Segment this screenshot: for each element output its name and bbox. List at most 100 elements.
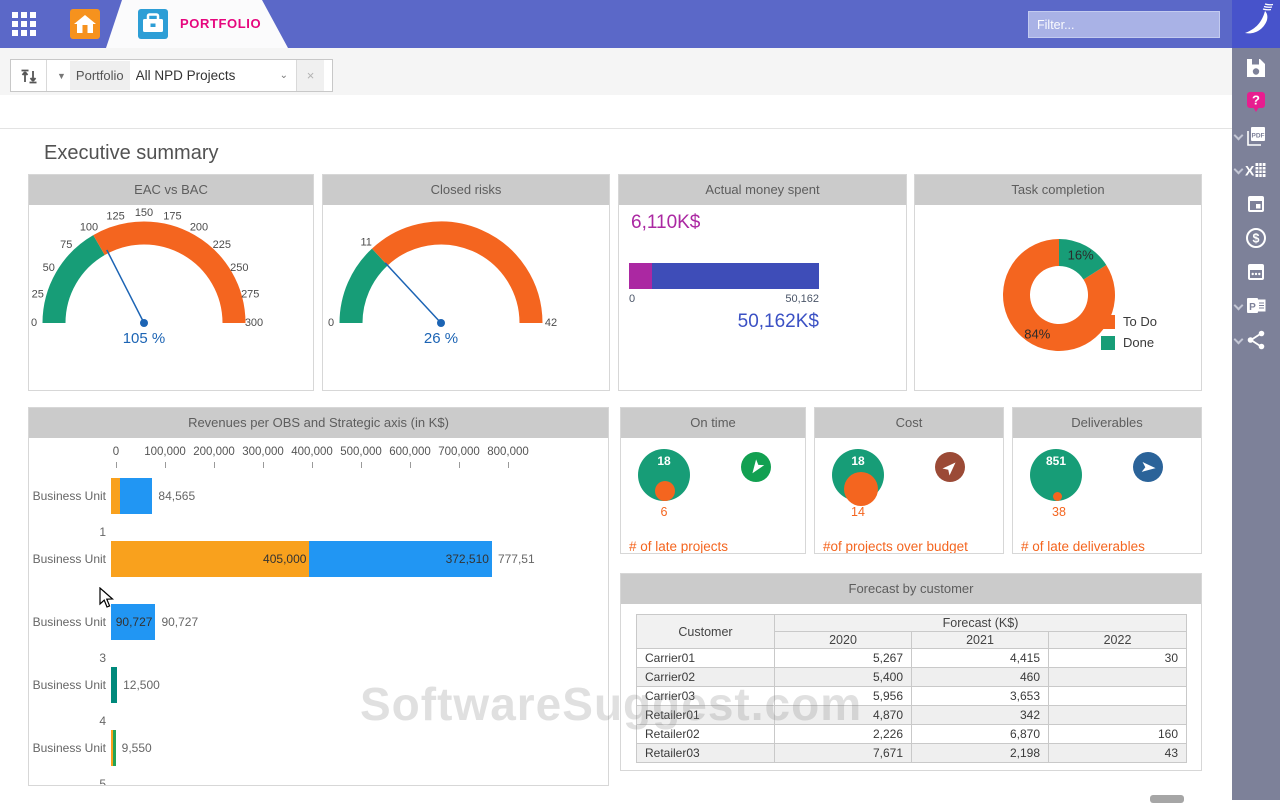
late-deliverables-circle <box>1053 492 1062 501</box>
table-row: Carrier025,400460 <box>637 668 1187 687</box>
clear-portfolio-button[interactable]: × <box>296 60 324 91</box>
panel-eac-vs-bac: EAC vs BAC 02550751001251501752002252502… <box>28 174 314 391</box>
bar-segment: 405,000 <box>111 541 309 577</box>
bar-total-label: 777,51 <box>498 541 535 577</box>
forecast-cell: 2,226 <box>775 725 912 744</box>
page-title: Executive summary <box>44 142 219 165</box>
forecast-table: Customer Forecast (K$) 2020 2021 2022 Ca… <box>636 614 1187 763</box>
over-budget-circle <box>844 472 878 506</box>
chevron-down-icon[interactable]: ⌄ <box>280 70 288 81</box>
panel-title: Task completion <box>915 175 1201 205</box>
cost-icon[interactable]: $ <box>1232 226 1280 250</box>
forecast-cell: 460 <box>912 668 1049 687</box>
x-axis-tick <box>361 462 362 468</box>
donut-label: 84% <box>1024 326 1050 341</box>
total-value: 50,162K$ <box>629 311 819 333</box>
col-forecast-group: Forecast (K$) <box>775 615 1187 632</box>
share-icon <box>1244 328 1268 352</box>
table-row: Retailer022,2266,870160 <box>637 725 1187 744</box>
tab-portfolio-label: PORTFOLIO <box>180 0 261 48</box>
chevron-down-icon[interactable] <box>1234 301 1244 311</box>
filter-input[interactable] <box>1028 11 1220 38</box>
gauge-value: 26 % <box>424 330 458 347</box>
bar-segment <box>113 730 115 766</box>
bar-segment: 372,510 <box>309 541 492 577</box>
panel-task-completion: Task completion 84%16% To Do Done <box>914 174 1202 391</box>
panel-title: On time <box>621 408 805 438</box>
gauge-tick: 150 <box>135 207 153 219</box>
gauge-tick: 50 <box>43 262 55 274</box>
svg-text:P: P <box>1249 302 1256 313</box>
gauge-tick: 100 <box>80 222 98 234</box>
gauge-tick: 42 <box>545 317 557 329</box>
panel-on-time: On time 18 6 # of late projects <box>620 407 806 554</box>
panel-title: Forecast by customer <box>621 574 1201 604</box>
trend-badge-icon <box>741 452 771 482</box>
donut-label: 16% <box>1068 248 1094 263</box>
home-icon[interactable] <box>70 9 100 39</box>
x-axis-tick <box>214 462 215 468</box>
chevron-down-icon[interactable] <box>1234 335 1244 345</box>
forecast-cell: 7,671 <box>775 744 912 763</box>
forecast-cell: 43 <box>1049 744 1187 763</box>
bar-row: Business Unit 184,565 <box>29 478 608 541</box>
panel-title: Deliverables <box>1013 408 1201 438</box>
customer-cell: Carrier01 <box>637 649 775 668</box>
forecast-cell: 3,653 <box>912 687 1049 706</box>
panel-title: Closed risks <box>323 175 609 205</box>
bar-category-label: Business Unit 4 <box>29 667 111 739</box>
late-deliverables-count: 38 <box>1039 505 1079 519</box>
gauge-tick: 175 <box>163 211 181 223</box>
bar-row: Business Unit 390,72790,727 <box>29 604 608 667</box>
bar-total-label: 90,727 <box>161 604 198 640</box>
chevron-down-icon[interactable] <box>1234 165 1244 175</box>
bar-row: Business Unit 412,500 <box>29 667 608 730</box>
bar-segment <box>111 667 117 703</box>
forecast-cell: 5,956 <box>775 687 912 706</box>
bar-total-label: 84,565 <box>158 478 195 514</box>
customer-cell: Retailer03 <box>637 744 775 763</box>
bar-segment <box>120 478 153 514</box>
pdf-export-row[interactable]: PDF <box>1232 124 1280 148</box>
gauge-value: 105 % <box>123 330 166 347</box>
table-row: Retailer014,870342 <box>637 706 1187 725</box>
svg-text:?: ? <box>1252 93 1260 108</box>
top-bar: PORTFOLIO <box>0 0 1232 48</box>
tune-icon[interactable] <box>11 60 47 91</box>
scroll-handle[interactable] <box>1150 795 1184 803</box>
axis-min: 0 <box>629 293 635 305</box>
powerpoint-export-row[interactable]: P <box>1232 294 1280 318</box>
panel-title: Actual money spent <box>619 175 906 205</box>
share-row[interactable] <box>1232 328 1280 352</box>
schedule-calendar-icon[interactable] <box>1232 260 1280 284</box>
trend-badge-icon <box>935 452 965 482</box>
save-icon[interactable] <box>1232 56 1280 80</box>
help-icon[interactable]: ? <box>1232 90 1280 114</box>
kpi-caption: # of late deliverables <box>1021 539 1145 554</box>
customer-cell: Retailer02 <box>637 725 775 744</box>
spent-segment <box>629 263 652 289</box>
forecast-cell: 4,415 <box>912 649 1049 668</box>
right-toolbar: ? PDF X $ <box>1232 48 1280 800</box>
late-circle <box>655 481 675 501</box>
baseline-calendar-icon[interactable] <box>1232 192 1280 216</box>
bar-category-label: Business Unit 1 <box>29 478 111 550</box>
table-row: Carrier015,2674,41530 <box>637 649 1187 668</box>
col-2021: 2021 <box>912 632 1049 649</box>
kpi-caption: # of late projects <box>629 539 728 554</box>
legend-item: To Do <box>1101 311 1157 332</box>
over-budget-count: 14 <box>838 505 878 519</box>
eac-vs-bac-gauge: 0255075100125150175200225250275300105 % <box>29 205 313 370</box>
caret-down-icon[interactable]: ▼ <box>57 71 66 81</box>
panel-title: Cost <box>815 408 1003 438</box>
bar-category-label: Business Unit 5 <box>29 730 111 786</box>
portfolio-selector-group: ▼ Portfolio ⌄ × <box>10 59 333 92</box>
excel-export-row[interactable]: X <box>1232 158 1280 182</box>
portfolio-label: Portfolio <box>70 61 130 90</box>
portfolio-select[interactable] <box>130 68 280 83</box>
panel-title: Revenues per OBS and Strategic axis (in … <box>29 408 608 438</box>
gauge-tick: 75 <box>60 239 72 251</box>
app-grid-icon[interactable] <box>10 10 38 38</box>
chevron-down-icon[interactable] <box>1234 131 1244 141</box>
briefcase-icon[interactable] <box>138 9 168 39</box>
